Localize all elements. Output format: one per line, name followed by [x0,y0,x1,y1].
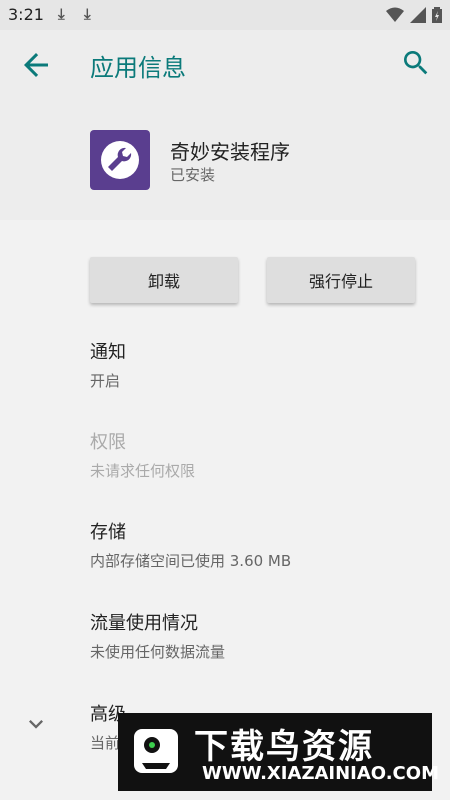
force-stop-button[interactable]: 强行停止 [267,257,415,303]
wrench-icon [101,141,139,179]
setting-subtitle: 未使用任何数据流量 [90,643,226,661]
search-button[interactable] [400,47,436,83]
battery-icon [432,7,442,23]
app-name: 奇妙安装程序 [170,140,290,164]
status-time: 3:21 [8,5,44,24]
setting-item-data-usage[interactable]: 流量使用情况 未使用任何数据流量 [90,609,430,662]
app-icon [90,130,150,190]
uninstall-button[interactable]: 卸载 [90,257,238,303]
setting-item-permissions: 权限 未请求任何权限 [90,428,430,481]
setting-subtitle: 开启 [90,372,121,390]
status-bar: 3:21 ⤓ ⤓ [0,0,450,30]
app-bar: 应用信息 [0,30,450,100]
status-icons [386,7,442,23]
app-install-status: 已安装 [170,166,216,184]
download-icon: ⤓ [84,5,91,23]
arrow-back-icon [24,53,48,77]
signal-icon [410,7,426,23]
page-title: 应用信息 [90,54,186,82]
setting-item-notifications[interactable]: 通知 开启 [90,338,430,391]
setting-subtitle: 内部存储空间已使用 3.60 MB [90,552,292,570]
search-icon [404,51,428,75]
watermark-title: 下载鸟资源 [194,727,374,767]
setting-title: 通知 [90,342,126,363]
setting-item-storage[interactable]: 存储 内部存储空间已使用 3.60 MB [90,518,430,571]
setting-title: 流量使用情况 [90,613,198,634]
bird-logo-icon [134,729,178,773]
expand-button[interactable] [22,710,50,738]
download-icon: ⤓ [58,5,65,23]
setting-title: 权限 [90,432,126,453]
setting-subtitle: 未请求任何权限 [90,462,196,480]
chevron-down-icon [29,720,43,729]
watermark-url: WWW.XIAZAINIAO.COM [202,763,439,784]
app-header: 奇妙安装程序 已安装 [0,100,450,220]
watermark-banner: 下载鸟资源 WWW.XIAZAINIAO.COM [118,713,439,791]
setting-title: 存储 [90,522,126,543]
wifi-icon [386,7,404,22]
back-button[interactable] [18,47,54,83]
